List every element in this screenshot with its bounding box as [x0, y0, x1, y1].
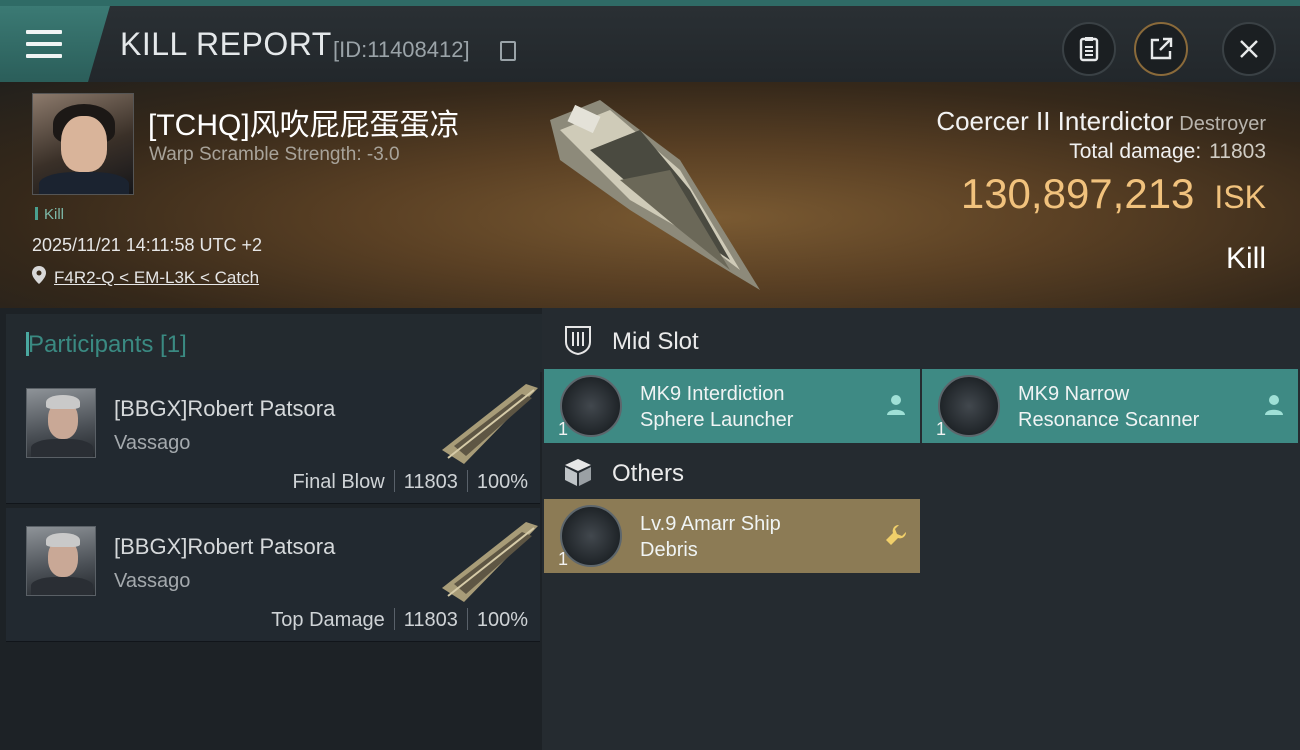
- participant-ship: Vassago: [114, 570, 191, 592]
- share-button[interactable]: [1134, 22, 1188, 76]
- module-name: MK9 Interdiction Sphere Launcher: [640, 383, 794, 431]
- participants-panel: Participants [1] [BBGX]Robert Patsora Va…: [0, 308, 542, 750]
- header-bar: KILL REPORT [ID:11408412]: [0, 0, 1300, 82]
- wrench-icon: [886, 524, 907, 545]
- victim-ship-image: [550, 100, 760, 290]
- module-quantity: 1: [936, 419, 947, 439]
- victim-name[interactable]: [TCHQ]风吹屁屁蛋蛋凉: [148, 100, 460, 144]
- user-icon: [887, 395, 905, 415]
- module-thumbnail: [938, 375, 1000, 437]
- item-name: Lv.9 Amarr Ship Debris: [640, 513, 781, 561]
- avatar[interactable]: [26, 526, 96, 596]
- participant-name: [BBGX]Robert Patsora: [114, 534, 336, 559]
- victim-panel: [TCHQ]风吹屁屁蛋蛋凉 Warp Scramble Strength: -3…: [0, 82, 1300, 308]
- module-item[interactable]: 1 MK9 Narrow Resonance Scanner: [922, 369, 1298, 443]
- module-name: MK9 Narrow Resonance Scanner: [1018, 383, 1200, 431]
- mid-slot-shield-icon: [565, 326, 591, 356]
- participant-stats: Final Blow 11803 100%: [292, 470, 528, 493]
- isk-value: 130,897,213 ISK: [960, 170, 1266, 217]
- participant-stats: Top Damage 11803 100%: [271, 608, 528, 631]
- clipboard-icon: [1079, 37, 1099, 62]
- location-pin-icon: [32, 266, 46, 284]
- cube-icon: [565, 459, 591, 486]
- avatar[interactable]: [26, 388, 96, 458]
- location-link[interactable]: F4R2-Q < EM-L3K < Catch: [54, 268, 259, 288]
- clipboard-button[interactable]: [1062, 22, 1116, 76]
- item-thumbnail: [560, 505, 622, 567]
- victim-avatar[interactable]: [32, 93, 134, 195]
- module-thumbnail: [560, 375, 622, 437]
- participant-name: [BBGX]Robert Patsora: [114, 396, 336, 421]
- user-icon: [1265, 395, 1283, 415]
- kill-tag: Kill: [35, 206, 64, 223]
- module-item[interactable]: 1 MK9 Interdiction Sphere Launcher: [544, 369, 920, 443]
- menu-icon: [26, 30, 62, 58]
- page-title: KILL REPORT: [120, 26, 332, 62]
- total-damage: Total damage: 11803: [1069, 140, 1266, 163]
- participant-row[interactable]: [BBGX]Robert Patsora Vassago Top Damage 1…: [6, 508, 540, 642]
- kill-result: Kill: [1225, 242, 1266, 275]
- report-id: [ID:11408412]: [333, 37, 470, 62]
- mid-slot-header: Mid Slot: [542, 310, 1300, 370]
- close-icon: [1240, 40, 1258, 58]
- fitting-panel: Mid Slot 1 MK9 Interdiction Sphere Launch…: [542, 308, 1300, 750]
- participants-header: Participants [1]: [6, 314, 542, 372]
- kill-datetime: 2025/11/21 14:11:58 UTC +2: [32, 235, 263, 255]
- participant-ship: Vassago: [114, 432, 191, 454]
- copy-icon[interactable]: [500, 41, 516, 61]
- participant-ship-image: [442, 384, 538, 464]
- warp-scramble-strength: Warp Scramble Strength: -3.0: [149, 144, 400, 165]
- cargo-item[interactable]: 1 Lv.9 Amarr Ship Debris: [544, 499, 920, 573]
- victim-ship-name[interactable]: Coercer II Interdictor Destroyer: [936, 106, 1266, 137]
- participant-ship-image: [442, 522, 538, 602]
- others-header: Others: [542, 442, 1300, 502]
- close-button[interactable]: [1222, 22, 1276, 76]
- participant-row[interactable]: [BBGX]Robert Patsora Vassago Final Blow 1…: [6, 370, 540, 504]
- share-icon: [1150, 37, 1173, 60]
- item-quantity: 1: [558, 549, 569, 569]
- module-quantity: 1: [558, 419, 569, 439]
- menu-button[interactable]: [0, 6, 110, 82]
